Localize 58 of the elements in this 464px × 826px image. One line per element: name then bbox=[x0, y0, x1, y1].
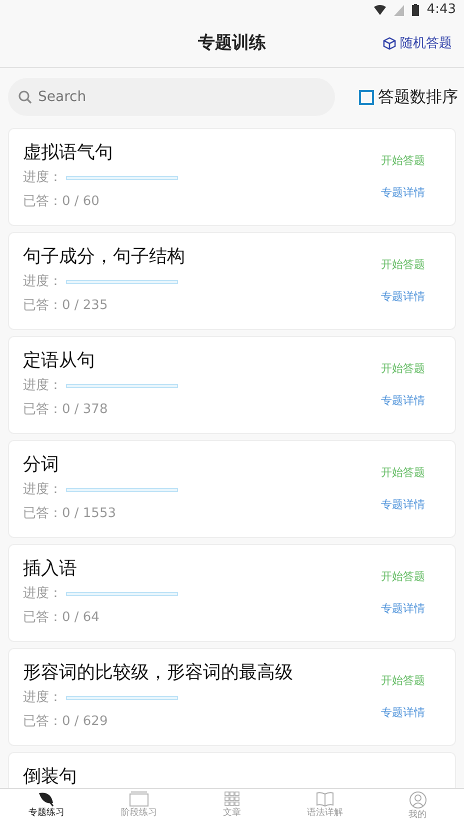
details-link[interactable]: 专题详情 bbox=[381, 705, 425, 722]
start-button[interactable]: 开始答题 bbox=[381, 672, 425, 689]
progress-label: 进度： bbox=[23, 377, 62, 396]
details-link[interactable]: 专题详情 bbox=[381, 601, 425, 618]
topic-card[interactable]: 虚拟语气句 进度： 已答：0 / 60 开始答题 专题详情 bbox=[8, 128, 456, 226]
details-link[interactable]: 专题详情 bbox=[381, 497, 425, 514]
start-button[interactable]: 开始答题 bbox=[381, 568, 425, 585]
topic-title: 分词 bbox=[23, 453, 60, 476]
grid-icon bbox=[224, 791, 240, 807]
page-title: 专题训练 bbox=[198, 32, 266, 55]
topic-title: 插入语 bbox=[23, 557, 78, 580]
start-button[interactable]: 开始答题 bbox=[381, 464, 425, 481]
details-link[interactable]: 专题详情 bbox=[381, 289, 425, 306]
topic-title: 倒装句 bbox=[23, 765, 78, 788]
topic-title: 定语从句 bbox=[23, 349, 96, 372]
topic-card[interactable]: 倒装句 bbox=[8, 752, 456, 788]
nav-tab[interactable]: 语法详解 bbox=[278, 789, 372, 826]
answered-count: 已答：0 / 60 bbox=[23, 192, 100, 211]
topic-title: 句子成分，句子结构 bbox=[23, 245, 186, 268]
answered-count: 已答：0 / 629 bbox=[23, 712, 109, 731]
answered-count: 已答：0 / 1553 bbox=[23, 504, 117, 523]
progress-label: 进度： bbox=[23, 481, 62, 500]
start-button[interactable]: 开始答题 bbox=[381, 152, 425, 169]
wifi-icon bbox=[374, 5, 386, 15]
progress-label: 进度： bbox=[23, 585, 62, 604]
user-icon bbox=[408, 791, 427, 809]
progress-label: 进度： bbox=[23, 273, 62, 292]
sort-checkbox[interactable] bbox=[359, 90, 374, 104]
clock: 4:43 bbox=[426, 1, 456, 20]
book-icon bbox=[316, 791, 334, 807]
cube-icon bbox=[383, 37, 396, 50]
battery-icon bbox=[412, 4, 419, 16]
leaf-icon bbox=[37, 791, 56, 807]
progress-label: 进度： bbox=[23, 169, 62, 188]
topic-card[interactable]: 分词 进度： 已答：0 / 1553 开始答题 专题详情 bbox=[8, 440, 456, 538]
answered-count: 已答：0 / 235 bbox=[23, 296, 109, 315]
progress-label: 进度： bbox=[23, 689, 62, 708]
search-field[interactable]: Search bbox=[8, 78, 335, 116]
topic-card[interactable]: 句子成分，句子结构 进度： 已答：0 / 235 开始答题 专题详情 bbox=[8, 232, 456, 330]
answered-count: 已答：0 / 378 bbox=[23, 400, 109, 419]
nav-tab[interactable]: 文章 bbox=[186, 789, 278, 826]
topic-card[interactable]: 形容词的比较级，形容词的最高级 进度： 已答：0 / 629 开始答题 专题详情 bbox=[8, 648, 456, 746]
topic-card[interactable]: 插入语 进度： 已答：0 / 64 开始答题 专题详情 bbox=[8, 544, 456, 642]
random-answer-button[interactable]: 随机答题 bbox=[383, 34, 452, 54]
sort-label: 答题数排序 bbox=[378, 86, 458, 108]
details-link[interactable]: 专题详情 bbox=[381, 393, 425, 410]
topic-title: 形容词的比较级，形容词的最高级 bbox=[23, 661, 294, 684]
topic-title: 虚拟语气句 bbox=[23, 141, 114, 164]
folder-icon bbox=[129, 791, 150, 807]
no-signal-icon bbox=[394, 4, 404, 16]
start-button[interactable]: 开始答题 bbox=[381, 256, 425, 273]
nav-tab[interactable]: 我的 bbox=[371, 789, 464, 826]
answered-count: 已答：0 / 64 bbox=[23, 608, 100, 627]
nav-tab[interactable]: 专题练习 bbox=[0, 789, 93, 826]
topic-card[interactable]: 定语从句 进度： 已答：0 / 378 开始答题 专题详情 bbox=[8, 336, 456, 434]
start-button[interactable]: 开始答题 bbox=[381, 360, 425, 377]
details-link[interactable]: 专题详情 bbox=[381, 185, 425, 202]
nav-tab[interactable]: 阶段练习 bbox=[92, 789, 186, 826]
